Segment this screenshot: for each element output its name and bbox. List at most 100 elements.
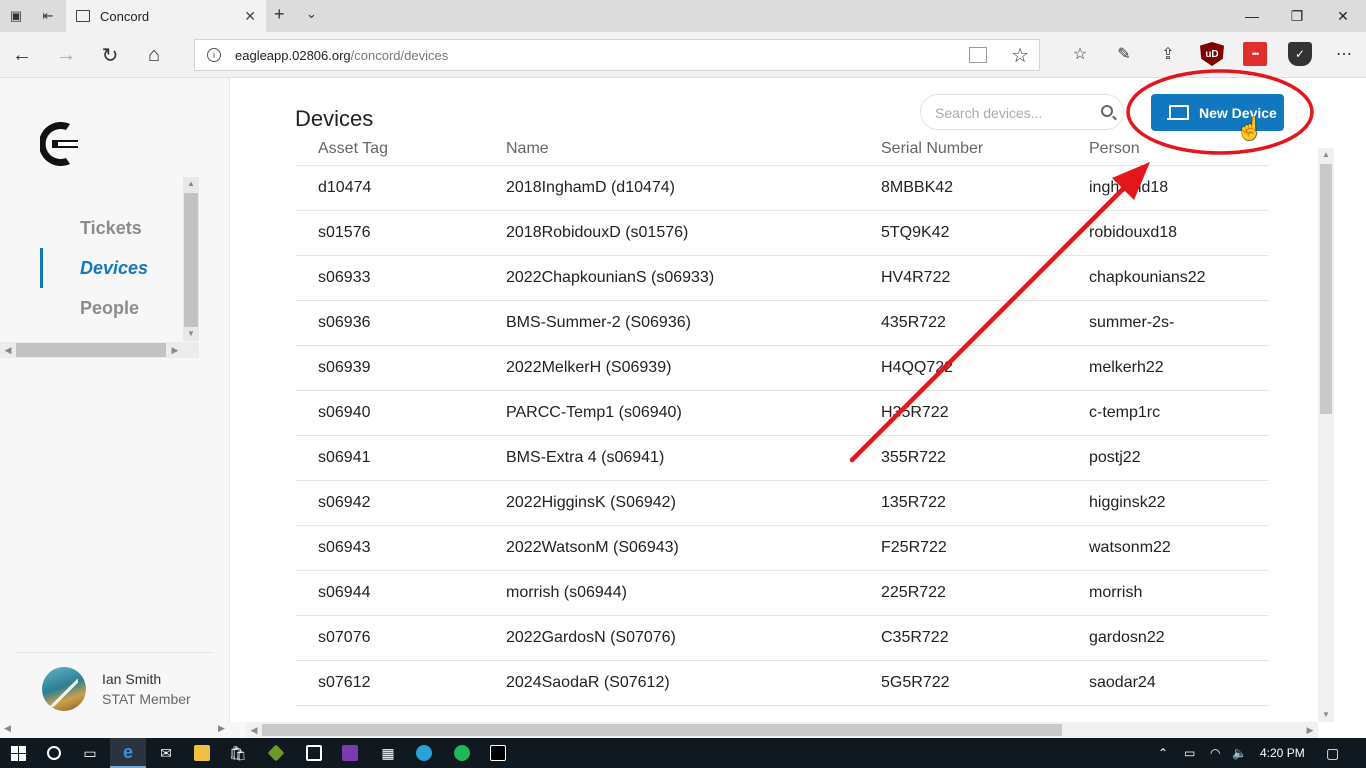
tab-manager-icon[interactable]: ▣ (0, 0, 32, 32)
tab-preview-chevron-icon[interactable]: ⌄ (306, 6, 317, 22)
new-device-button[interactable]: New Device (1151, 94, 1284, 131)
scroll-down-icon[interactable]: ▼ (1318, 708, 1334, 722)
favorite-star-icon[interactable]: ☆ (1011, 43, 1029, 68)
scroll-thumb[interactable] (16, 343, 166, 357)
app-green-icon[interactable] (258, 738, 294, 768)
table-row[interactable]: s06933 2022ChapkounianS (s06933) HV4R722 ch… (295, 256, 1269, 301)
refresh-icon[interactable]: ↻ (88, 32, 132, 78)
favorites-list-icon[interactable]: ☆ (1068, 42, 1092, 66)
column-header-person[interactable]: Person (1089, 140, 1269, 158)
scroll-right-icon[interactable]: ▶ (167, 342, 183, 358)
browser-tab[interactable]: Concord ✕ (66, 0, 266, 32)
scroll-left-icon[interactable]: ◀ (4, 723, 11, 734)
table-row[interactable]: s06941 BMS-Extra 4 (s06941) 355R722 postj22 (295, 436, 1269, 481)
scroll-left-icon[interactable]: ◀ (246, 722, 262, 738)
file-explorer-icon[interactable] (184, 738, 220, 768)
table-row[interactable]: s06940 PARCC-Temp1 (s06940) H35R722 c-temp1… (295, 391, 1269, 436)
cell-serial-number: 5G5R722 (881, 674, 950, 691)
store-icon[interactable]: 🛍 (220, 738, 256, 768)
column-header-asset-tag[interactable]: Asset Tag (295, 140, 506, 158)
hand-cursor-icon: ☝ (1236, 116, 1264, 141)
minimize-icon[interactable]: — (1229, 0, 1275, 32)
scroll-left-icon[interactable]: ◀ (0, 342, 16, 358)
battery-icon[interactable]: ▭ (1184, 738, 1195, 768)
sidebar-item-people[interactable]: People (40, 288, 148, 328)
cortana-icon[interactable] (36, 738, 72, 768)
telegram-icon[interactable] (406, 738, 442, 768)
restore-icon[interactable]: ❐ (1274, 0, 1320, 32)
sidebar-item-devices[interactable]: Devices (40, 248, 148, 288)
sidebar-item-tickets[interactable]: Tickets (40, 208, 148, 248)
volume-icon[interactable]: 🔈 (1232, 738, 1247, 768)
table-row[interactable]: s01576 2018RobidouxD (s01576) 5TQ9K42 robid… (295, 211, 1269, 256)
sidebar-horizontal-scrollbar[interactable]: ◀ ▶ (0, 342, 199, 358)
pen-notes-icon[interactable]: ✎ (1112, 42, 1136, 66)
close-tab-icon[interactable]: ✕ (244, 8, 256, 25)
scroll-up-icon[interactable]: ▲ (183, 177, 199, 191)
set-tabs-aside-icon[interactable]: ⇤ (32, 0, 64, 32)
windows-taskbar: ▭ e ✉ 🛍 ▦ ⌃ ▭ ◠ 🔈 4:20 PM ▢ (0, 738, 1366, 768)
scroll-up-icon[interactable]: ▲ (1318, 148, 1334, 162)
search-input[interactable] (935, 103, 1095, 123)
show-hidden-icons-icon[interactable]: ⌃ (1158, 738, 1168, 768)
table-row[interactable]: s06944 morrish (s06944) 225R722 morrish (295, 571, 1269, 616)
photos-icon[interactable] (296, 738, 332, 768)
search-box[interactable] (920, 94, 1124, 130)
scroll-right-icon[interactable]: ▶ (218, 723, 225, 734)
pocket-icon[interactable]: ✓ (1288, 42, 1312, 66)
more-menu-icon[interactable]: ⋯ (1332, 42, 1356, 66)
sidebar-vertical-scrollbar[interactable]: ▲ ▼ (183, 177, 199, 341)
home-icon[interactable]: ⌂ (132, 32, 176, 78)
table-header: Asset Tag Name Serial Number Person (295, 140, 1269, 166)
onenote-icon[interactable] (332, 738, 368, 768)
site-info-icon[interactable]: i (207, 48, 221, 62)
cell-name: 2022ChapkounianS (s06933) (506, 269, 715, 286)
wifi-icon[interactable]: ◠ (1210, 738, 1220, 768)
cell-name: PARCC-Temp1 (s06940) (506, 404, 682, 421)
table-row[interactable]: s06936 BMS-Summer-2 (S06936) 435R722 summer… (295, 301, 1269, 346)
avatar[interactable] (42, 667, 86, 711)
table-row[interactable]: s07076 2022GardosN (S07076) C35R722 gardosn… (295, 616, 1269, 661)
windows-logo-icon (10, 745, 26, 761)
table-row[interactable]: s06942 2022HigginsK (S06942) 135R722 higgin… (295, 481, 1269, 526)
main-vertical-scrollbar[interactable]: ▲ ▼ (1318, 148, 1334, 722)
scroll-thumb[interactable] (1320, 164, 1332, 414)
url-text[interactable]: eagleapp.02806.org/concord/devices (235, 48, 448, 63)
clock[interactable]: 4:20 PM (1260, 738, 1305, 768)
close-window-icon[interactable]: ✕ (1320, 0, 1366, 32)
scroll-thumb[interactable] (262, 724, 1062, 736)
start-button[interactable] (0, 738, 36, 768)
search-icon[interactable] (1101, 105, 1113, 117)
edge-browser-icon[interactable]: e (110, 738, 146, 768)
table-row[interactable]: s06939 2022MelkerH (S06939) H4QQ722 melkerh… (295, 346, 1269, 391)
cell-asset-tag: s01576 (318, 224, 371, 241)
share-icon[interactable]: ⇪ (1156, 42, 1180, 66)
address-bar[interactable]: i eagleapp.02806.org/concord/devices ☆ (194, 39, 1040, 71)
table-row[interactable]: s06943 2022WatsonM (S06943) F25R722 watsonm… (295, 526, 1269, 571)
cell-person: summer-2s- (1089, 314, 1175, 331)
new-tab-icon[interactable]: + (274, 4, 285, 25)
cell-serial-number: 355R722 (881, 449, 946, 466)
ublock-icon[interactable]: uD (1200, 42, 1224, 66)
table-row[interactable]: d10474 2018InghamD (d10474) 8MBBK42 inghamd… (295, 166, 1269, 211)
column-header-name[interactable]: Name (506, 140, 881, 158)
task-view-icon[interactable]: ▭ (72, 738, 108, 768)
mail-icon[interactable]: ✉ (148, 738, 184, 768)
forward-icon[interactable]: → (44, 32, 88, 78)
back-icon[interactable]: ← (0, 32, 44, 78)
table-row[interactable]: s07612 2024SaodaR (S07612) 5G5R722 saodar24 (295, 661, 1269, 706)
main-horizontal-scrollbar[interactable]: ◀ ▶ (246, 722, 1318, 738)
scroll-down-icon[interactable]: ▼ (183, 327, 199, 341)
action-center-icon[interactable]: ▢ (1326, 738, 1339, 768)
command-prompt-icon[interactable] (480, 738, 516, 768)
cell-person: watsonm22 (1089, 539, 1171, 556)
reading-view-icon[interactable] (969, 47, 987, 63)
cell-name: BMS-Summer-2 (S06936) (506, 314, 691, 331)
scroll-thumb[interactable] (184, 193, 198, 327)
calculator-icon[interactable]: ▦ (370, 738, 406, 768)
user-profile[interactable]: Ian Smith STAT Member (16, 652, 213, 716)
spotify-icon[interactable] (444, 738, 480, 768)
scroll-right-icon[interactable]: ▶ (1302, 722, 1318, 738)
lastpass-icon[interactable]: ••• (1243, 42, 1267, 66)
column-header-serial-number[interactable]: Serial Number (881, 140, 1089, 158)
